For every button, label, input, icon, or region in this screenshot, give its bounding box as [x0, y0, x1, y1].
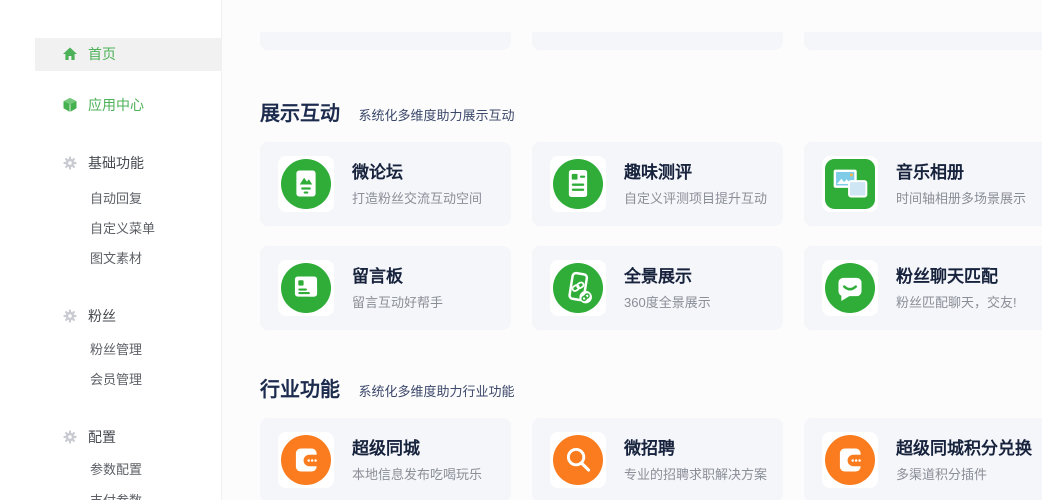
sidebar-item-auto-reply[interactable]: 自动回复	[90, 189, 142, 209]
app-card-album[interactable]: 音乐相册 时间轴相册多场景展示	[804, 142, 1042, 226]
sidebar-group-label: 粉丝	[88, 306, 116, 326]
card-title: 微论坛	[352, 158, 403, 183]
sidebar-item-payment-param[interactable]: 支付参数	[90, 491, 142, 500]
section-subtitle: 系统化多维度助力行业功能	[358, 384, 514, 399]
recruit-icon	[550, 432, 606, 488]
gear-icon	[62, 308, 78, 324]
sidebar-item-media-material[interactable]: 图文素材	[90, 249, 142, 269]
sidebar-item-label: 应用中心	[88, 95, 144, 115]
panorama-icon	[550, 260, 606, 316]
sidebar-item-label: 首页	[88, 44, 116, 64]
card-title: 全景展示	[624, 262, 692, 287]
app-card-survey[interactable]: 趣味测评 自定义评测项目提升互动	[532, 142, 783, 226]
card-title: 留言板	[352, 262, 403, 287]
sidebar: 首页 应用中心 基础功能 自动回复 自定义菜单 图文素材	[0, 0, 222, 500]
section-header-display-interaction: 展示互动 系统化多维度助力展示互动	[260, 97, 514, 126]
sidebar-group-config[interactable]: 配置	[0, 427, 221, 447]
app-card-message-board[interactable]: 留言板 留言互动好帮手	[260, 246, 511, 330]
app-card-recruit[interactable]: 微招聘 专业的招聘求职解决方案	[532, 418, 783, 500]
sidebar-item-member-manage[interactable]: 会员管理	[90, 370, 142, 390]
app-card-super-city[interactable]: 超级同城 本地信息发布吃喝玩乐	[260, 418, 511, 500]
card-title: 音乐相册	[896, 158, 964, 183]
card-title: 粉丝聊天匹配	[896, 262, 998, 287]
sidebar-group-label: 配置	[88, 427, 116, 447]
card-desc: 粉丝匹配聊天，交友!	[896, 292, 1017, 311]
section-header-industry-functions: 行业功能 系统化多维度助力行业功能	[260, 373, 514, 402]
album-icon	[822, 156, 878, 212]
card-row: 微论坛 打造粉丝交流互动空间 趣味测评 自定义评测项目提升互动	[260, 142, 1042, 226]
gear-icon	[62, 429, 78, 445]
gear-icon	[62, 155, 78, 171]
section-title: 展示互动	[260, 103, 340, 125]
card-desc: 360度全景展示	[624, 292, 711, 311]
card-desc: 多渠道积分插件	[896, 464, 987, 483]
points-icon	[822, 432, 878, 488]
sidebar-item-custom-menu[interactable]: 自定义菜单	[90, 219, 155, 239]
card-desc: 留言互动好帮手	[352, 292, 443, 311]
card-title: 超级同城	[352, 434, 420, 459]
card-title: 趣味测评	[624, 158, 692, 183]
sidebar-group-basic[interactable]: 基础功能	[0, 153, 221, 173]
card-row: 超级同城 本地信息发布吃喝玩乐 微招聘 专业的招聘求职解决方案 超级同城积分兑换	[260, 418, 1042, 500]
app-center-cube-icon	[62, 97, 78, 113]
sidebar-item-param-config[interactable]: 参数配置	[90, 460, 142, 480]
card-row: 留言板 留言互动好帮手 全景展示 360度全	[260, 246, 1042, 330]
card-desc: 本地信息发布吃喝玩乐	[352, 464, 482, 483]
forum-icon	[278, 156, 334, 212]
card-title: 微招聘	[624, 434, 675, 459]
card-desc: 打造粉丝交流互动空间	[352, 188, 482, 207]
sidebar-group-label: 基础功能	[88, 153, 144, 173]
sidebar-item-app-center[interactable]: 应用中心	[0, 95, 221, 115]
survey-icon	[550, 156, 606, 212]
app-card-chat-match[interactable]: 粉丝聊天匹配 粉丝匹配聊天，交友!	[804, 246, 1042, 330]
sidebar-item-home[interactable]: 首页	[0, 44, 221, 64]
partial-card[interactable]	[804, 32, 1042, 50]
card-title: 超级同城积分兑换	[896, 434, 1032, 459]
sidebar-group-fans[interactable]: 粉丝	[0, 306, 221, 326]
card-desc: 自定义评测项目提升互动	[624, 188, 767, 207]
card-desc: 时间轴相册多场景展示	[896, 188, 1026, 207]
home-icon	[62, 46, 78, 62]
app-card-city-points[interactable]: 超级同城积分兑换 多渠道积分插件	[804, 418, 1042, 500]
section-subtitle: 系统化多维度助力展示互动	[358, 108, 514, 123]
section-title: 行业功能	[260, 379, 340, 401]
message-board-icon	[278, 260, 334, 316]
app-card-panorama[interactable]: 全景展示 360度全景展示	[532, 246, 783, 330]
partial-card[interactable]	[260, 32, 511, 50]
sidebar-item-fans-manage[interactable]: 粉丝管理	[90, 340, 142, 360]
partial-card[interactable]	[532, 32, 783, 50]
app-card-forum[interactable]: 微论坛 打造粉丝交流互动空间	[260, 142, 511, 226]
card-desc: 专业的招聘求职解决方案	[624, 464, 767, 483]
city-icon	[278, 432, 334, 488]
chat-match-icon	[822, 260, 878, 316]
